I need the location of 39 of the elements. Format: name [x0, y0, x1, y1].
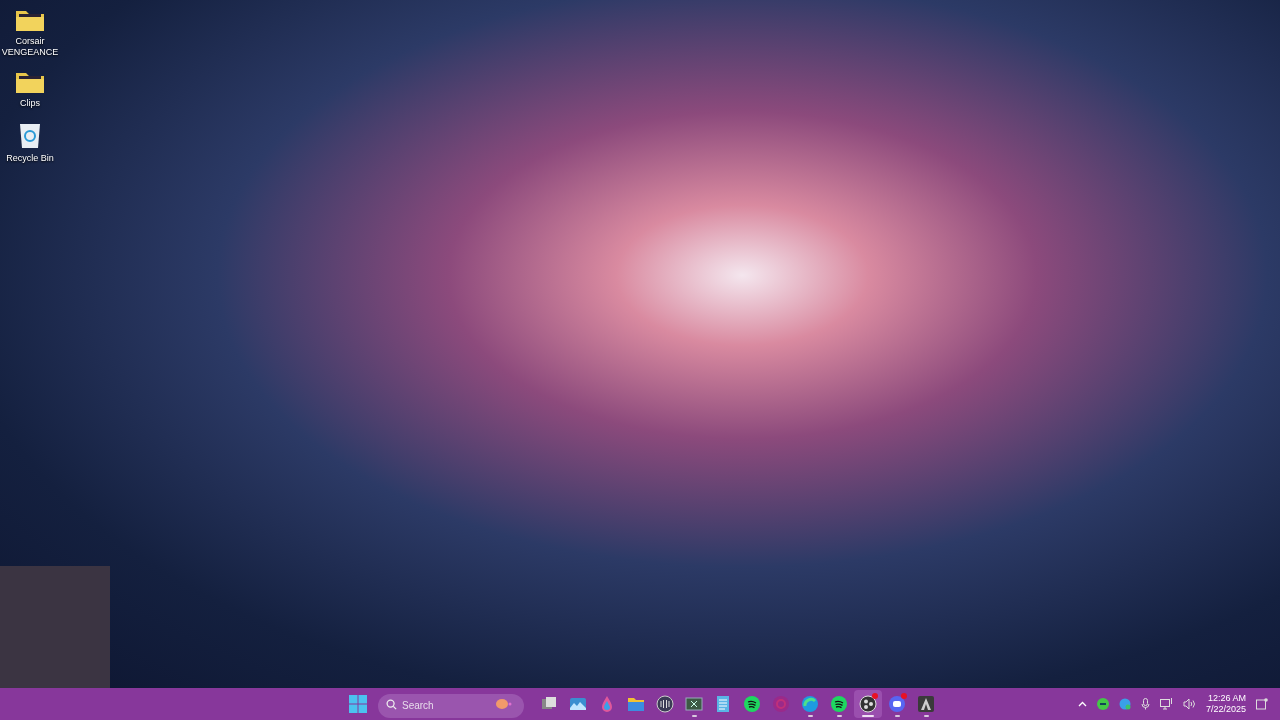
notification-icon[interactable]	[1256, 698, 1268, 710]
chevron-up-icon[interactable]	[1077, 701, 1087, 707]
music-app-icon	[743, 695, 761, 713]
desktop-icon-label[interactable]: Recycle Bin	[6, 153, 54, 164]
ring-icon	[772, 695, 790, 713]
running-indicator	[807, 715, 813, 717]
notification-badge	[872, 693, 878, 699]
chat-icon	[888, 695, 906, 713]
clock-date: 7/22/2025	[1205, 704, 1246, 715]
network-icon[interactable]	[1159, 698, 1173, 710]
clock[interactable]: 12:26 AM 7/22/2025	[1205, 693, 1246, 715]
folder-icon[interactable]	[15, 70, 45, 94]
music-app-icon	[830, 695, 848, 713]
browser-icon	[801, 695, 819, 713]
recycle-bin-icon[interactable]	[18, 121, 42, 149]
taskbar-app-button[interactable]	[854, 690, 882, 718]
photos-icon	[569, 695, 587, 713]
mountain-icon	[917, 695, 935, 713]
speaker-icon[interactable]	[1182, 698, 1196, 710]
spreadsheet-icon	[685, 695, 703, 713]
notepad-icon	[714, 695, 732, 713]
microphone-icon[interactable]	[1140, 698, 1150, 710]
search-icon	[386, 698, 397, 710]
search-field[interactable]: Search	[378, 693, 524, 718]
running-indicator	[691, 715, 697, 717]
recorder-icon	[859, 695, 877, 713]
running-indicator	[923, 715, 929, 717]
desktop-icon-label[interactable]: Corsair VENGEANCE	[0, 36, 60, 58]
notification-badge	[901, 693, 907, 699]
running-indicator	[894, 715, 900, 717]
brain-icon	[494, 698, 512, 710]
desktop-icon-label[interactable]: Clips	[20, 98, 40, 109]
running-indicator	[836, 715, 842, 717]
running-indicator	[862, 715, 874, 717]
clock-time: 12:26 AM	[1207, 693, 1246, 704]
grid-circle-icon	[656, 695, 674, 713]
start-icon[interactable]	[349, 695, 367, 713]
folder-icon[interactable]	[15, 8, 45, 32]
folder-icon	[627, 695, 645, 713]
